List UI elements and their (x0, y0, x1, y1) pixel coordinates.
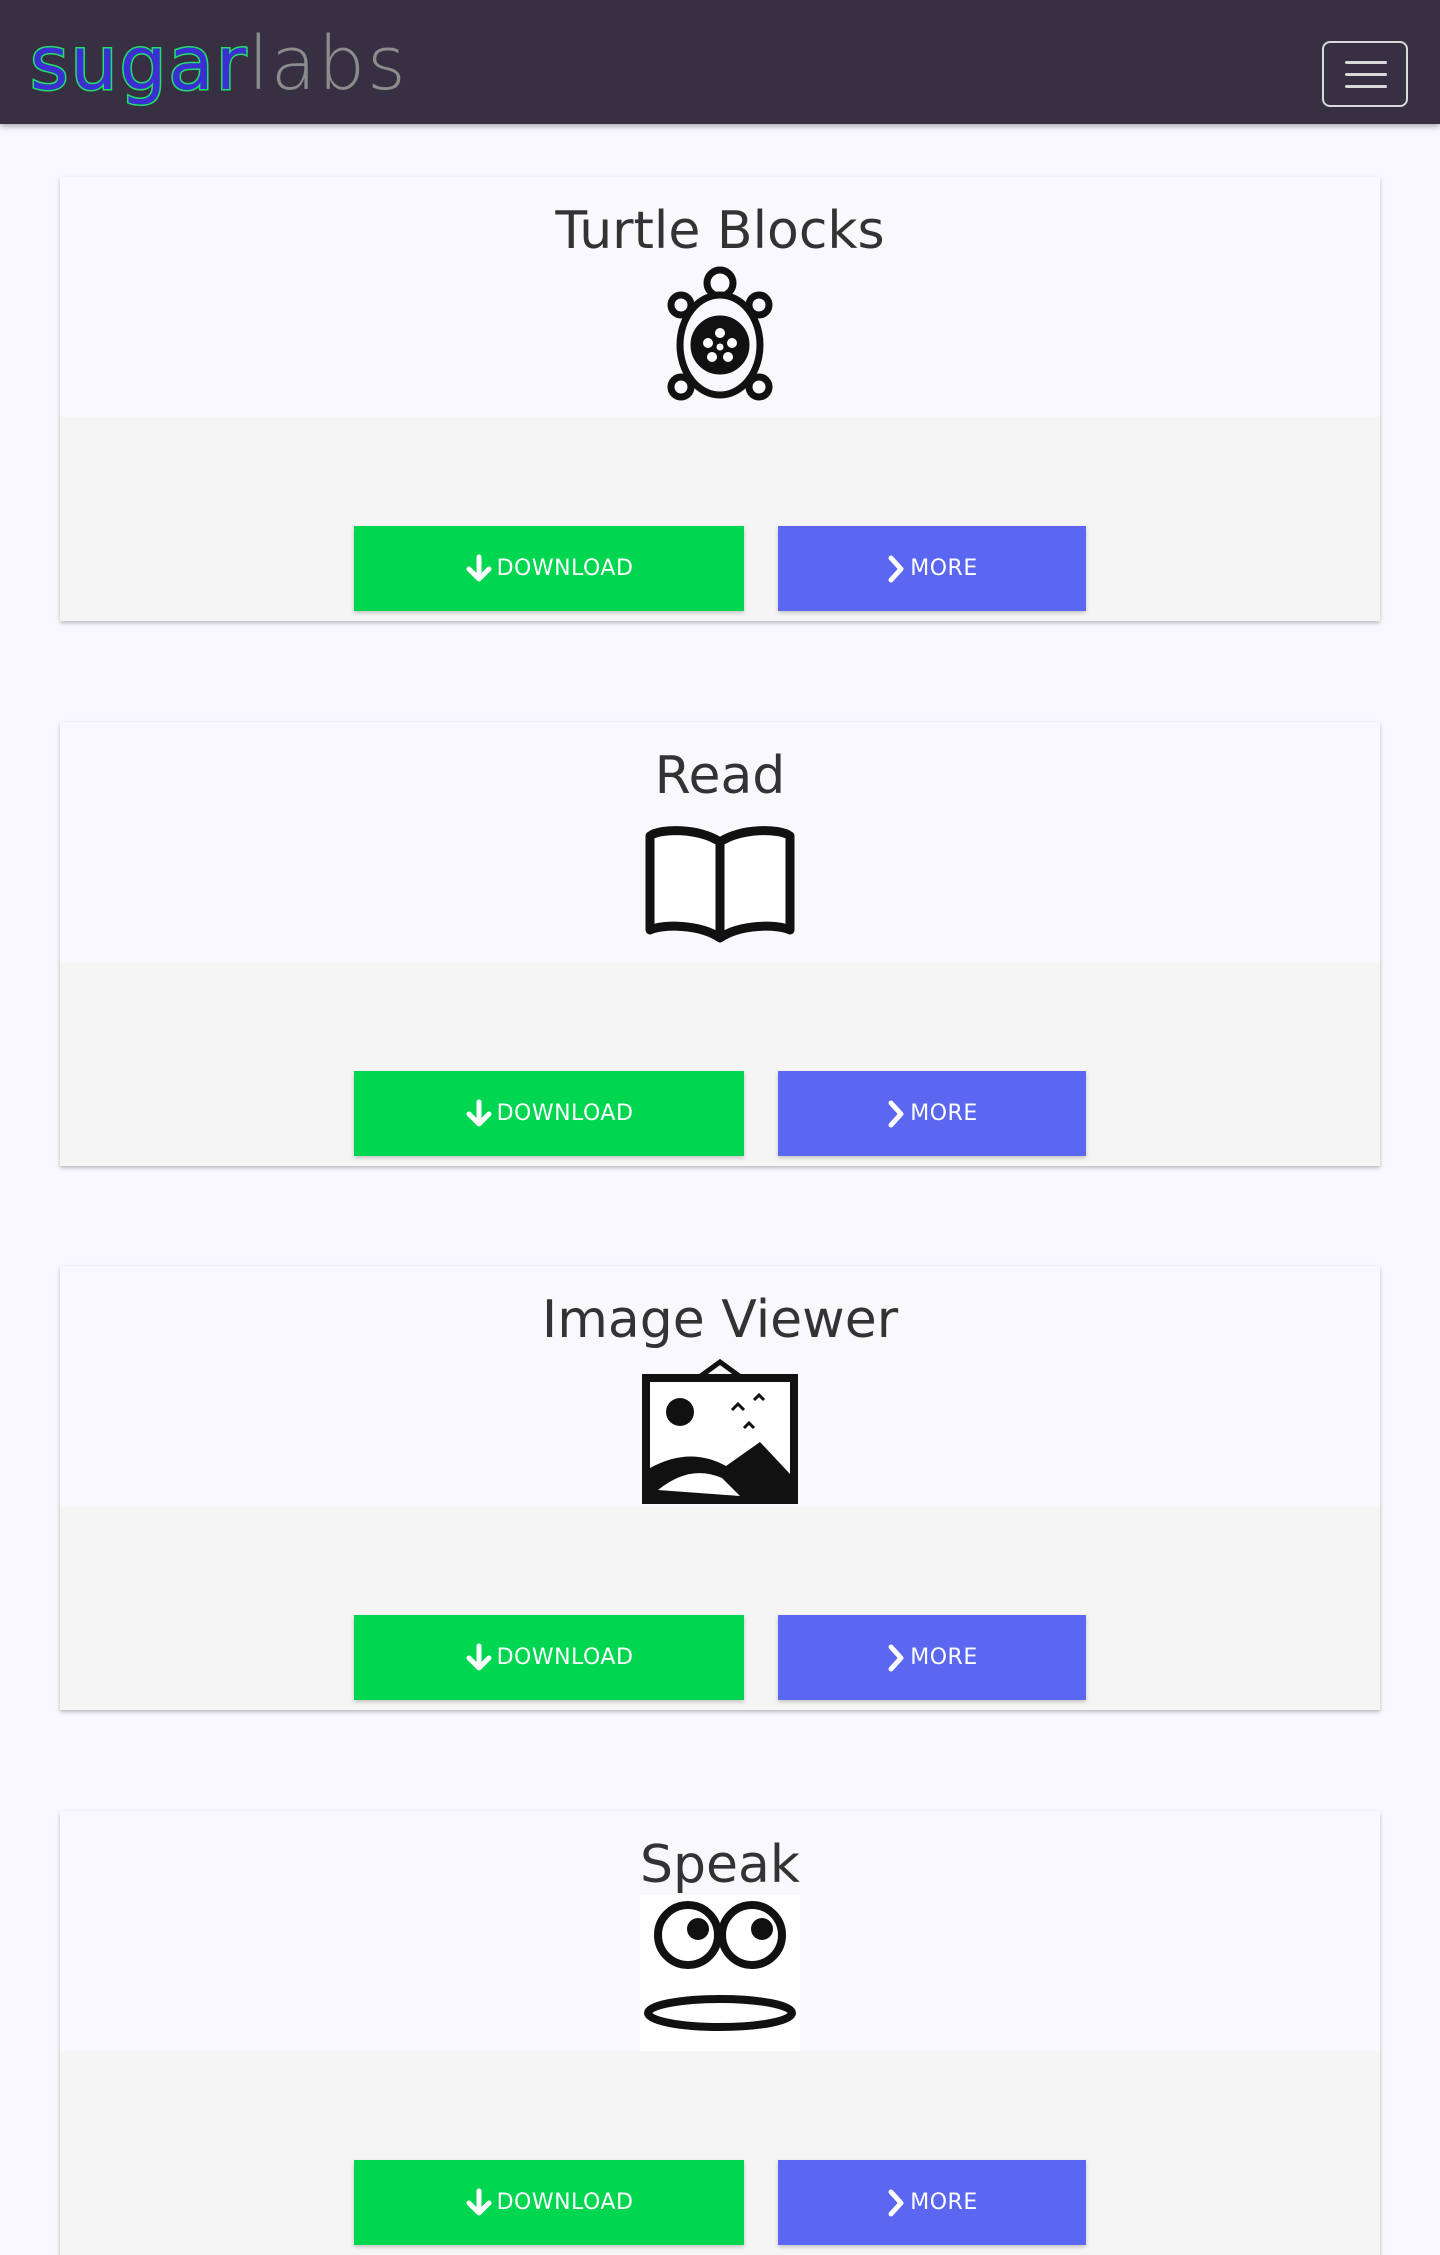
more-button[interactable]: MORE (778, 1071, 1086, 1156)
activity-title: Speak (640, 1835, 800, 1895)
chevron-right-icon (888, 1100, 904, 1127)
download-label: DOWNLOAD (496, 1101, 634, 1126)
activity-card-turtle-blocks: Turtle Blocks DOWNLOAD MORE (60, 177, 1380, 621)
more-button[interactable]: MORE (778, 1615, 1086, 1700)
chevron-right-icon (888, 2189, 904, 2216)
more-button[interactable]: MORE (778, 526, 1086, 611)
more-button[interactable]: MORE (778, 2160, 1086, 2245)
menu-toggle-button[interactable] (1322, 41, 1408, 107)
activity-card-image-viewer: Image Viewer DOWNLOAD MORE (60, 1266, 1380, 1710)
download-arrow-icon (466, 554, 492, 581)
download-button[interactable]: DOWNLOAD (354, 2160, 744, 2245)
download-button[interactable]: DOWNLOAD (354, 526, 744, 611)
activity-title: Image Viewer (541, 1290, 899, 1350)
more-label: MORE (910, 1101, 978, 1126)
activity-card-read: Read DOWNLOAD MORE (60, 722, 1380, 1166)
download-button[interactable]: DOWNLOAD (354, 1071, 744, 1156)
image-viewer-icon (640, 1350, 800, 1506)
download-label: DOWNLOAD (496, 1645, 634, 1670)
activity-card-speak: Speak DOWNLOAD MORE (60, 1811, 1380, 2255)
book-icon (640, 806, 800, 962)
speak-face-icon (640, 1895, 800, 2051)
more-label: MORE (910, 2190, 978, 2215)
download-arrow-icon (466, 1643, 492, 1670)
sugarlabs-logo[interactable]: sugarlabs (28, 14, 408, 114)
more-label: MORE (910, 1645, 978, 1670)
chevron-right-icon (888, 1644, 904, 1671)
turtle-icon (640, 261, 800, 417)
download-label: DOWNLOAD (496, 2190, 634, 2215)
download-arrow-icon (466, 2188, 492, 2215)
logo-labs-text: labs (248, 21, 408, 107)
navbar: sugarlabs (0, 0, 1440, 124)
chevron-right-icon (888, 555, 904, 582)
download-button[interactable]: DOWNLOAD (354, 1615, 744, 1700)
download-label: DOWNLOAD (496, 556, 634, 581)
download-arrow-icon (466, 1099, 492, 1126)
activity-title: Read (654, 746, 786, 806)
activity-title: Turtle Blocks (555, 201, 885, 261)
logo-sugar-text: sugar (28, 20, 249, 109)
more-label: MORE (910, 556, 978, 581)
